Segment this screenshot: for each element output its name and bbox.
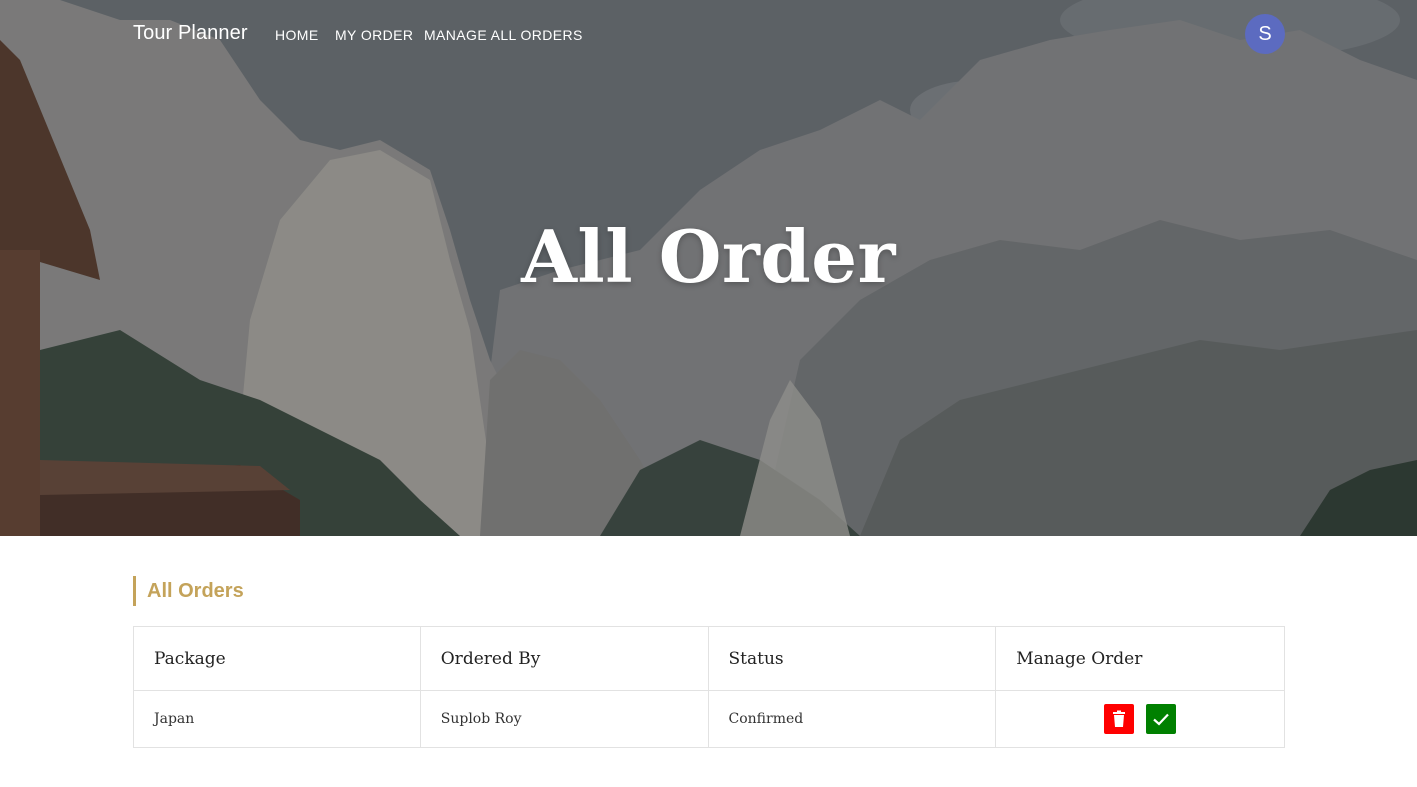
cell-manage-order [995, 690, 1285, 748]
top-navbar: Tour Planner HOME MY ORDER MANAGE ALL OR… [0, 0, 1417, 68]
user-avatar[interactable]: S [1245, 14, 1285, 54]
cell-package: Japan [133, 690, 421, 748]
brand-logo[interactable]: Tour Planner [133, 22, 248, 45]
table-header-row: Package Ordered By Status Manage Order [133, 626, 1285, 691]
check-icon [1153, 713, 1170, 726]
column-header-status: Status [707, 626, 997, 691]
section-title: All Orders [133, 576, 244, 606]
table-row: Japan Suplob Roy Confirmed [133, 690, 1285, 748]
hero-banner: Tour Planner HOME MY ORDER MANAGE ALL OR… [0, 0, 1417, 536]
orders-table: Package Ordered By Status Manage Order J… [133, 626, 1285, 748]
cell-status: Confirmed [707, 690, 997, 748]
trash-icon [1112, 710, 1125, 727]
hero-title: All Order [521, 214, 896, 299]
column-header-package: Package [133, 626, 421, 691]
confirm-order-button[interactable] [1146, 704, 1177, 734]
nav-link-my-order[interactable]: MY ORDER [335, 27, 413, 43]
nav-link-manage-all-orders[interactable]: MANAGE ALL ORDERS [424, 27, 583, 43]
cell-ordered-by: Suplob Roy [419, 690, 709, 748]
delete-order-button[interactable] [1103, 704, 1134, 734]
column-header-manage-order: Manage Order [995, 626, 1285, 691]
column-header-ordered-by: Ordered By [419, 626, 709, 691]
nav-link-home[interactable]: HOME [275, 27, 319, 43]
